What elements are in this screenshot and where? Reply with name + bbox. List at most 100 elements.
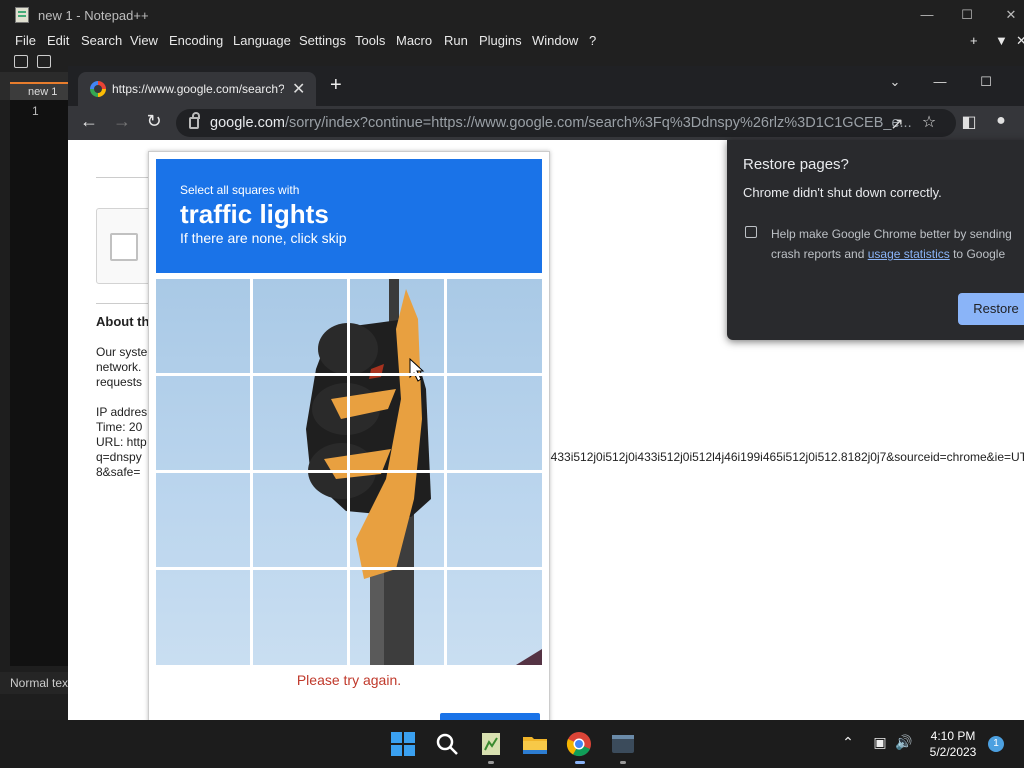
grid-tile-1-2[interactable]	[253, 279, 350, 376]
divider	[96, 177, 156, 178]
file-explorer-icon[interactable]	[521, 730, 549, 758]
network-icon[interactable]: ▣	[870, 734, 890, 751]
maximize-icon[interactable]: ☐	[958, 6, 976, 24]
line-number: 1	[32, 104, 39, 118]
menu-help[interactable]: ?	[589, 33, 596, 48]
new-tab-button[interactable]: +	[330, 75, 342, 95]
divider	[96, 303, 156, 304]
share-icon[interactable]: ↗	[886, 114, 908, 134]
restore-button[interactable]: Restore	[958, 293, 1024, 325]
terminal-icon[interactable]	[609, 730, 637, 758]
maximize-icon[interactable]: ☐	[976, 74, 996, 90]
grid-tile-1-3[interactable]	[349, 279, 446, 376]
grid-tile-2-3[interactable]	[349, 376, 446, 473]
tray-clock[interactable]: 4:10 PM 5/2/2023	[920, 728, 986, 760]
grid-tile-3-4[interactable]	[446, 472, 543, 569]
tab-search-icon[interactable]: ⌄	[885, 74, 905, 90]
menu-language[interactable]: Language	[233, 33, 291, 48]
menu-window[interactable]: Window	[532, 33, 578, 48]
grid-tile-2-1[interactable]	[156, 376, 253, 473]
search-icon[interactable]	[433, 730, 461, 758]
menu-view[interactable]: View	[130, 33, 158, 48]
page-text-line: 8&safe=	[96, 465, 141, 479]
close-icon[interactable]: ✕	[1016, 33, 1024, 49]
clock-time: 4:10 PM	[930, 729, 976, 743]
page-text-line: IP addres	[96, 405, 148, 419]
instruction-skip: If there are none, click skip	[180, 230, 347, 246]
minimize-icon[interactable]: —	[930, 74, 950, 89]
grid-tile-2-4[interactable]	[446, 376, 543, 473]
about-heading: About th	[96, 314, 150, 329]
add-icon[interactable]: +	[970, 33, 978, 48]
challenge-error-message: Please try again.	[296, 672, 402, 688]
restore-pages-popup: Restore pages? Chrome didn't shut down c…	[727, 140, 1024, 340]
line-number-gutter: 1	[10, 100, 68, 666]
grid-tile-4-1[interactable]	[156, 569, 253, 666]
chrome-icon[interactable]	[565, 730, 593, 758]
page-text-line: URL: http	[96, 435, 147, 449]
url-host: google.com	[210, 115, 285, 131]
menu-file[interactable]: File	[15, 33, 36, 48]
address-bar[interactable]: google.com/sorry/index?continue=https://…	[176, 109, 956, 137]
menu-run[interactable]: Run	[444, 33, 468, 48]
volume-icon[interactable]: 🔊	[894, 734, 914, 751]
grid-tile-4-2[interactable]	[253, 569, 350, 666]
show-hidden-icons-chevron-icon[interactable]: ⌃	[838, 734, 858, 751]
notepadpp-app-icon	[15, 7, 29, 23]
minimize-icon[interactable]: —	[918, 6, 936, 24]
restore-message: Chrome didn't shut down correctly.	[743, 185, 942, 200]
grid-tile-3-1[interactable]	[156, 472, 253, 569]
menu-plugins[interactable]: Plugins	[479, 33, 522, 48]
notepadpp-menubar: File Edit Search View Encoding Language …	[0, 30, 1024, 52]
clock-date: 5/2/2023	[929, 745, 977, 759]
usage-statistics-link[interactable]: usage statistics	[868, 247, 950, 261]
grid-tile-4-4[interactable]	[446, 569, 543, 666]
recaptcha-checkbox[interactable]	[110, 233, 138, 261]
challenge-image-grid	[156, 279, 542, 665]
chrome-tabstrip: https://www.google.com/search? ✕ + ⌄ — ☐	[68, 66, 1024, 106]
menu-search[interactable]: Search	[81, 33, 122, 48]
tab-close-icon[interactable]: ✕	[292, 79, 305, 99]
bookmark-star-icon[interactable]: ☆	[918, 112, 940, 132]
page-text-line: q=dnspy	[96, 450, 142, 464]
open-file-icon[interactable]	[37, 55, 51, 68]
menu-edit[interactable]: Edit	[47, 33, 69, 48]
notepadpp-window-title: new 1 - Notepad++	[38, 8, 149, 23]
active-indicator	[575, 761, 585, 764]
url-path: /sorry/index?continue=https://www.google…	[284, 115, 912, 131]
notepadpp-tab-new1[interactable]: new 1	[10, 82, 68, 100]
menu-macro[interactable]: Macro	[396, 33, 432, 48]
notepadpp-statusbar: Normal text file	[0, 672, 68, 694]
google-favicon-icon	[90, 81, 106, 97]
chrome-tab-active[interactable]: https://www.google.com/search? ✕	[78, 72, 316, 106]
grid-tile-2-2[interactable]	[253, 376, 350, 473]
profile-icon[interactable]: ●	[990, 112, 1012, 130]
chevron-down-icon[interactable]: ▼	[995, 33, 1008, 48]
notification-badge[interactable]: 1	[988, 736, 1004, 752]
challenge-header: Select all squares with traffic lights I…	[156, 159, 542, 273]
tab-title: https://www.google.com/search?	[112, 82, 284, 96]
crash-report-checkbox[interactable]	[745, 226, 757, 238]
menu-tools[interactable]: Tools	[355, 33, 385, 48]
grid-tile-3-3[interactable]	[349, 472, 446, 569]
page-text-line: requests	[96, 375, 143, 389]
menu-settings[interactable]: Settings	[299, 33, 346, 48]
crash-report-label: Help make Google Chrome better by sendin…	[771, 224, 1021, 264]
new-file-icon[interactable]	[14, 55, 28, 68]
side-panel-icon[interactable]: ◧	[958, 112, 980, 132]
grid-tile-1-4[interactable]	[446, 279, 543, 376]
menu-encoding[interactable]: Encoding	[169, 33, 223, 48]
grid-tile-4-3[interactable]	[349, 569, 446, 666]
close-icon[interactable]: ✕	[1002, 6, 1020, 24]
back-icon[interactable]: ←	[78, 111, 100, 132]
lock-icon[interactable]	[189, 112, 200, 129]
verify-button[interactable]	[440, 713, 540, 720]
reload-icon[interactable]: ↻	[143, 111, 165, 132]
taskbar: ⌃ ▣ 🔊 4:10 PM 5/2/2023 1	[0, 720, 1024, 768]
grid-tile-3-2[interactable]	[253, 472, 350, 569]
recaptcha-challenge: Select all squares with traffic lights I…	[148, 151, 550, 720]
notepadpp-icon[interactable]	[477, 730, 505, 758]
grid-tile-1-1[interactable]	[156, 279, 253, 376]
forward-icon[interactable]: →	[111, 111, 133, 132]
start-icon[interactable]	[389, 730, 417, 758]
